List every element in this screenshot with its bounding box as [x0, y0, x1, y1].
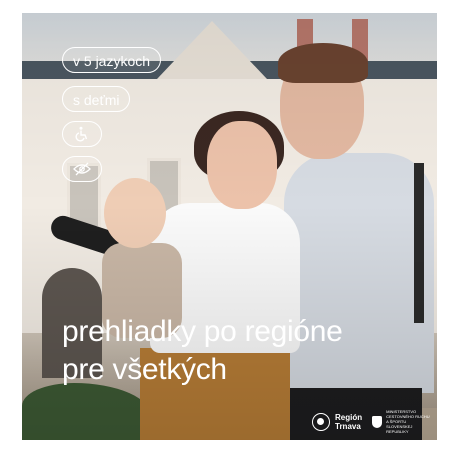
promo-poster: v 5 jazykoch s deťmi prehliadky po regió…	[22, 13, 437, 440]
wheelchair-chip	[62, 121, 102, 147]
partner-logos: Región Trnava MINISTERSTVO CESTOVNÉHO RU…	[312, 409, 432, 434]
region-mark-icon	[312, 412, 330, 431]
ministry-logo-text: MINISTERSTVO CESTOVNÉHO RUCHU A ŠPORTU S…	[386, 409, 430, 434]
region-logo-line-2: Trnava	[335, 421, 361, 431]
ministry-logo: MINISTERSTVO CESTOVNÉHO RUCHU A ŠPORTU S…	[372, 409, 432, 434]
children-chip: s deťmi	[62, 86, 131, 112]
eye-slash-icon	[73, 162, 91, 176]
coat-of-arms-icon	[372, 415, 383, 428]
region-logo-line-1: Región	[335, 412, 363, 422]
languages-chip: v 5 jazykoch	[62, 47, 162, 73]
region-logo-text: Región Trnava	[335, 413, 362, 431]
headline-line-2: pre všetkých	[62, 353, 227, 386]
headline: prehliadky po regióne pre všetkých	[62, 313, 343, 389]
wheelchair-icon	[75, 126, 88, 142]
headline-line-1: prehliadky po regióne	[62, 315, 343, 348]
region-trnava-logo: Región Trnava	[312, 412, 362, 431]
visually-impaired-chip	[62, 156, 102, 182]
